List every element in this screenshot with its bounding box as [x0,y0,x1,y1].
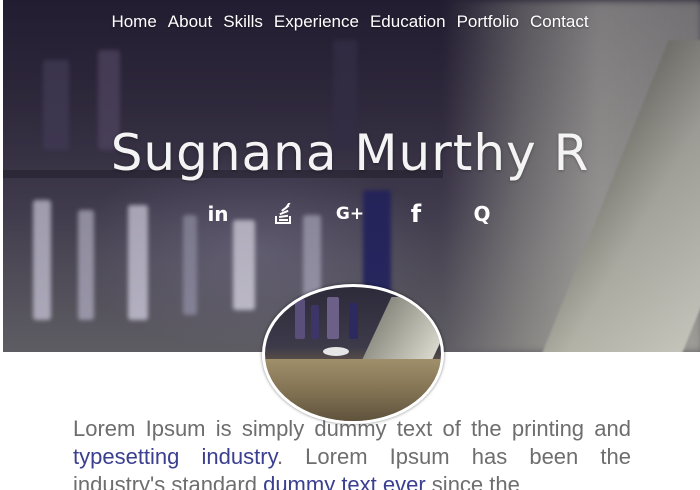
profile-photo [262,284,444,424]
bio-text: Lorem Ipsum is simply dummy text of the … [73,415,631,490]
social-links: in G+ f Q [0,200,700,228]
nav-contact[interactable]: Contact [530,12,589,32]
top-nav: Home About Skills Experience Education P… [0,12,700,32]
facebook-icon[interactable]: f [402,200,430,228]
nav-portfolio[interactable]: Portfolio [457,12,519,32]
nav-skills[interactable]: Skills [223,12,263,32]
typesetting-link[interactable]: typesetting industry [73,444,277,469]
stackoverflow-icon[interactable] [270,200,298,228]
dummy-text-link[interactable]: dummy text ever [263,472,426,490]
nav-education[interactable]: Education [370,12,446,32]
nav-experience[interactable]: Experience [274,12,359,32]
linkedin-icon[interactable]: in [204,200,232,228]
page: Home About Skills Experience Education P… [0,0,700,490]
quora-icon[interactable]: Q [468,200,496,228]
hero-name: Sugnana Murthy R [110,124,590,182]
google-plus-icon[interactable]: G+ [336,200,364,228]
nav-home[interactable]: Home [111,12,156,32]
nav-about[interactable]: About [168,12,212,32]
